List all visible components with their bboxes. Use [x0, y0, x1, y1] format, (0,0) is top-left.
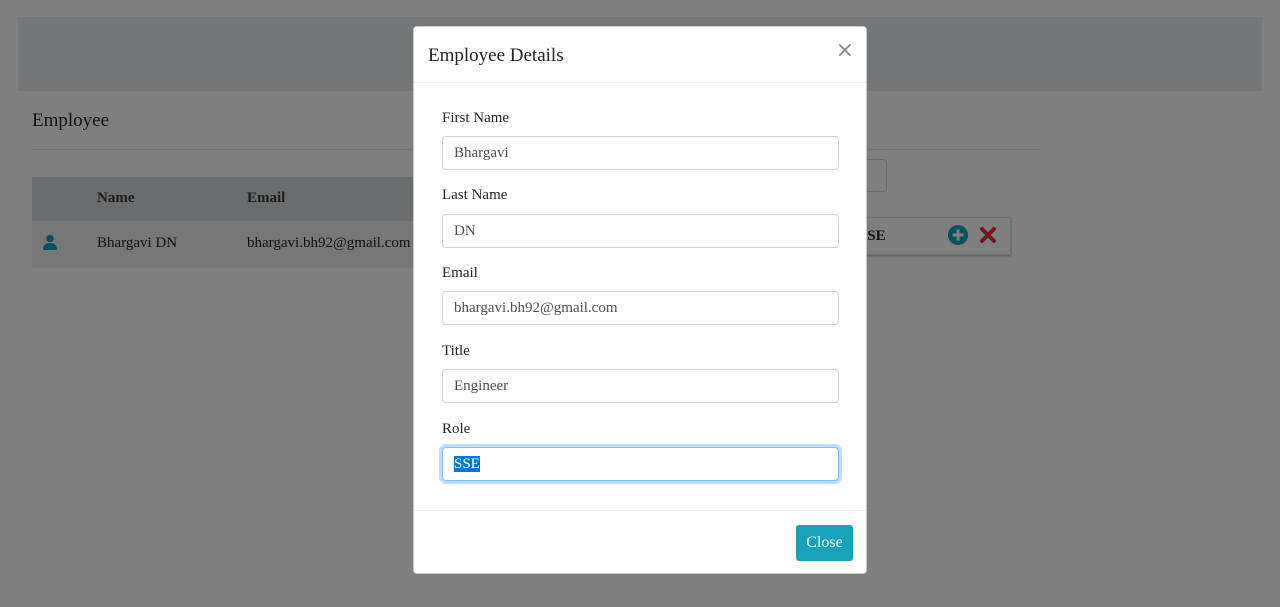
close-icon[interactable]: × — [836, 40, 854, 62]
role-field[interactable]: SSE — [442, 447, 839, 481]
role-label: Role — [442, 421, 471, 437]
email-label: Email — [442, 265, 478, 281]
modal-header: Employee Details × — [414, 27, 866, 83]
modal-title: Employee Details — [428, 45, 564, 66]
first-name-field[interactable]: Bhargavi — [442, 136, 839, 170]
title-value: Engineer — [454, 378, 509, 394]
last-name-field[interactable]: DN — [442, 214, 839, 248]
last-name-value: DN — [454, 223, 476, 239]
close-button[interactable]: Close — [796, 525, 853, 561]
modal-footer-divider — [414, 510, 866, 511]
role-value: SSE — [454, 456, 480, 472]
title-field[interactable]: Engineer — [442, 369, 839, 403]
last-name-label: Last Name — [442, 187, 508, 203]
first-name-label: First Name — [442, 110, 510, 126]
email-field[interactable]: bhargavi.bh92@gmail.com — [442, 291, 839, 325]
email-value: bhargavi.bh92@gmail.com — [454, 300, 618, 316]
employee-details-modal: Employee Details × First Name Bhargavi L… — [413, 26, 867, 574]
title-label: Title — [442, 343, 470, 359]
first-name-value: Bhargavi — [454, 145, 509, 161]
